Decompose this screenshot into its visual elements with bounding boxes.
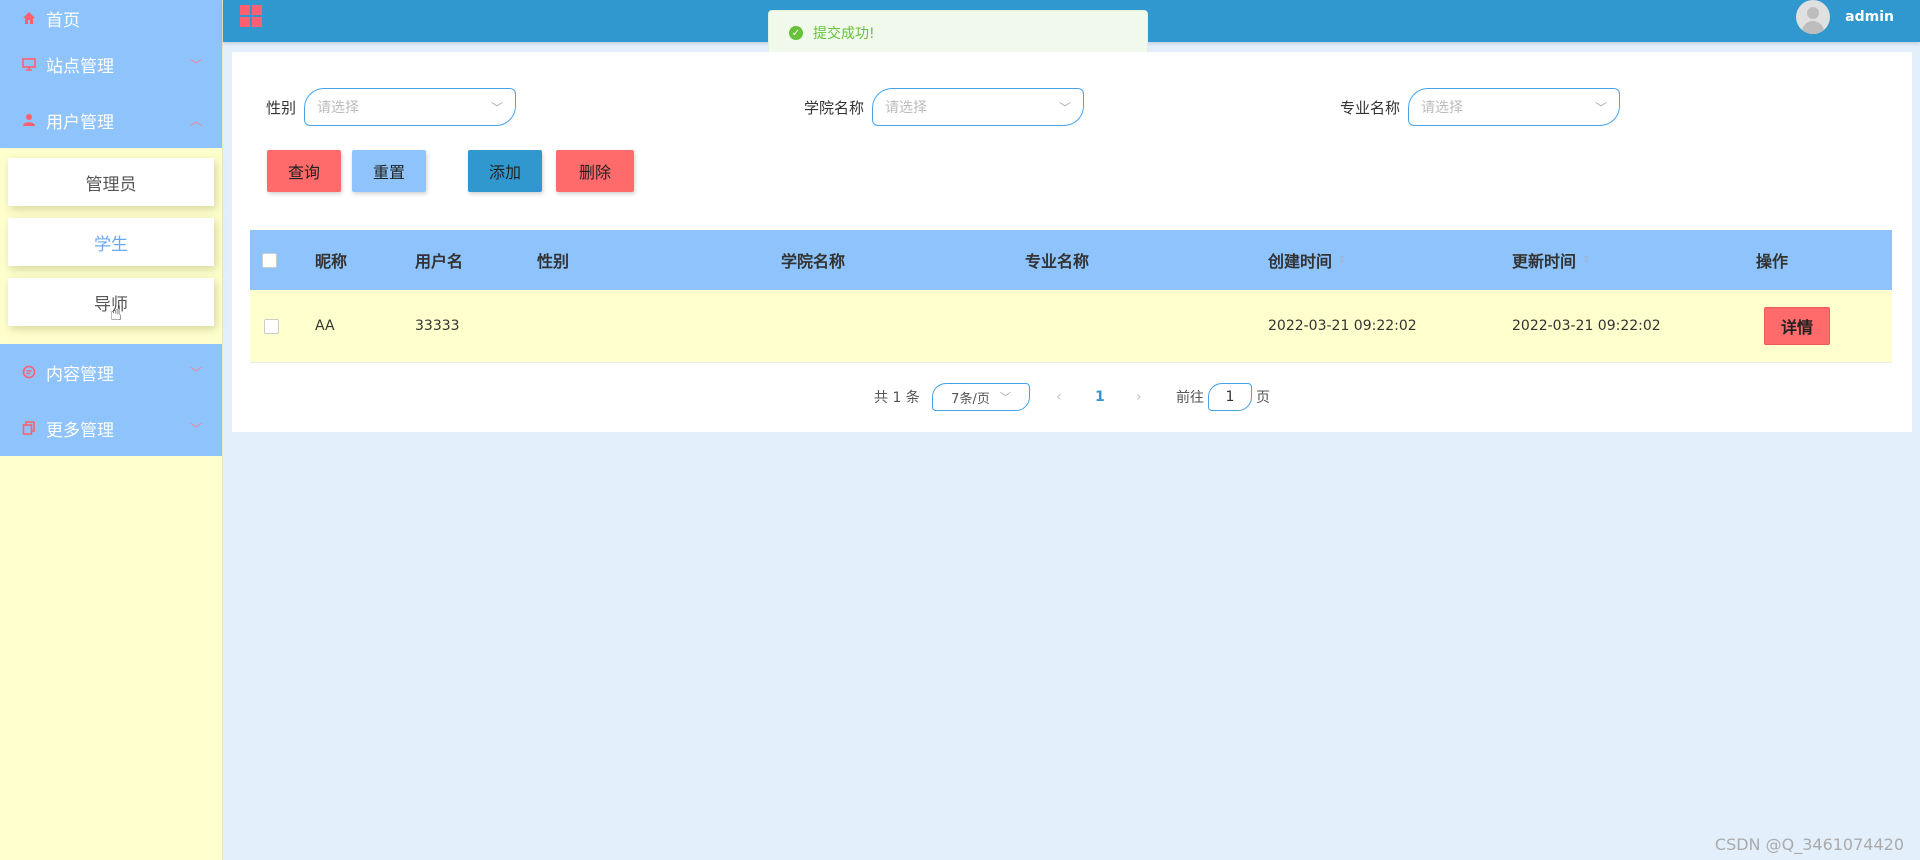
sidebar-item-label: 站点管理	[46, 56, 114, 77]
goto-page-input[interactable]: 1	[1208, 383, 1252, 411]
chevron-down-icon: ﹀	[189, 57, 202, 72]
chevron-down-icon: ﹀	[189, 421, 202, 436]
submenu-item-label: 管理员	[85, 174, 137, 195]
sidebar-item-home[interactable]: 首页	[0, 0, 222, 36]
menu-grid-icon[interactable]	[240, 5, 262, 27]
submenu-item-admin[interactable]: 管理员	[8, 158, 214, 206]
cell-username: 33333	[415, 318, 460, 334]
avatar[interactable]	[1796, 0, 1830, 34]
column-header-sortable[interactable]: 更新时间 ⇕	[1512, 248, 1590, 272]
page-number[interactable]: 1	[1095, 382, 1105, 412]
sort-icon[interactable]: ⇕	[1338, 255, 1346, 266]
user-submenu: 管理员 学生 导师 ☝	[0, 148, 222, 344]
submenu-item-label: 学生	[94, 234, 128, 255]
gender-select[interactable]: 请选择 ﹀	[304, 88, 517, 126]
cell-created-time: 2022-03-21 09:22:02	[1268, 318, 1417, 334]
major-select[interactable]: 请选择 ﹀	[1408, 88, 1621, 126]
admin-username[interactable]: admin	[1845, 9, 1894, 25]
content-icon	[20, 363, 38, 381]
add-button[interactable]: 添加	[468, 150, 542, 192]
check-circle-icon: ✓	[789, 26, 803, 40]
home-icon	[20, 9, 38, 27]
pagination-total: 共 1 条	[874, 390, 920, 406]
select-placeholder: 请选择	[885, 100, 928, 116]
next-page-icon[interactable]: ›	[1136, 382, 1142, 412]
page-size-value: 7条/页	[951, 391, 990, 407]
toast-message: 提交成功!	[813, 26, 875, 42]
sidebar-item-label: 用户管理	[46, 112, 114, 133]
sidebar-item-label: 内容管理	[46, 364, 114, 385]
column-header-label: 更新时间	[1512, 252, 1577, 271]
college-select[interactable]: 请选择 ﹀	[872, 88, 1085, 126]
column-header-sortable[interactable]: 创建时间 ⇕	[1268, 248, 1346, 272]
submenu-item-tutor[interactable]: 导师 ☝	[8, 278, 214, 326]
submenu-item-student[interactable]: 学生	[8, 218, 214, 266]
sort-icon[interactable]: ⇕	[1582, 255, 1590, 266]
major-filter-label: 专业名称	[1340, 98, 1401, 117]
sidebar-item-content[interactable]: 内容管理 ﹀	[0, 344, 222, 400]
sidebar-item-more[interactable]: 更多管理 ﹀	[0, 400, 222, 456]
gender-filter: 性别 请选择 ﹀	[266, 88, 517, 126]
column-header: 学院名称	[781, 252, 846, 271]
column-header: 用户名	[415, 252, 464, 271]
sidebar: 首页 站点管理 ﹀ 用户管理 ︿ 管理员 学生 导师 ☝ 内容管理 ﹀ 更多管理…	[0, 0, 223, 860]
select-all-checkbox[interactable]	[262, 252, 277, 268]
select-placeholder: 请选择	[1421, 100, 1464, 116]
sidebar-item-label: 更多管理	[46, 420, 114, 441]
page-size-select[interactable]: 7条/页 ﹀	[932, 383, 1030, 411]
column-header: 专业名称	[1025, 252, 1090, 271]
major-filter: 专业名称 请选择 ﹀	[1340, 88, 1621, 126]
column-header: 昵称	[315, 252, 348, 271]
chevron-up-icon: ︿	[189, 113, 202, 128]
copy-icon	[20, 419, 38, 437]
reset-button[interactable]: 重置	[352, 150, 426, 192]
college-filter-label: 学院名称	[804, 98, 865, 117]
watermark: CSDN @Q_3461074420	[1714, 835, 1904, 854]
page-suffix: 页	[1256, 390, 1270, 406]
sidebar-item-label: 首页	[46, 10, 80, 31]
chevron-down-icon: ﹀	[999, 391, 1011, 404]
table-header: 昵称 用户名 性别 学院名称 专业名称 创建时间 ⇕ 更新时间 ⇕ 操作	[250, 230, 1892, 290]
column-header-label: 创建时间	[1268, 252, 1333, 271]
query-button[interactable]: 查询	[267, 150, 341, 192]
pagination: 共 1 条 7条/页 ﹀ ‹ 1 › 前往 1 页	[232, 382, 1912, 412]
select-placeholder: 请选择	[317, 100, 360, 116]
prev-page-icon[interactable]: ‹	[1056, 382, 1062, 412]
delete-button[interactable]: 删除	[556, 150, 634, 192]
cell-updated-time: 2022-03-21 09:22:02	[1512, 318, 1661, 334]
row-checkbox[interactable]	[264, 318, 279, 334]
monitor-icon	[20, 55, 38, 73]
sidebar-item-site[interactable]: 站点管理 ﹀	[0, 36, 222, 92]
gender-filter-label: 性别	[266, 98, 297, 117]
detail-button[interactable]: 详情	[1764, 307, 1830, 345]
chevron-down-icon: ﹀	[1595, 100, 1608, 115]
table-row: AA 33333 2022-03-21 09:22:02 2022-03-21 …	[250, 290, 1892, 363]
sidebar-item-users[interactable]: 用户管理 ︿	[0, 92, 222, 148]
chevron-down-icon: ﹀	[1059, 100, 1072, 115]
user-icon	[20, 111, 38, 129]
chevron-down-icon: ﹀	[189, 365, 202, 380]
column-header: 性别	[537, 252, 570, 271]
goto-label: 前往	[1176, 390, 1204, 406]
chevron-down-icon: ﹀	[491, 100, 504, 115]
main-panel: 性别 请选择 ﹀ 学院名称 请选择 ﹀ 专业名称 请选择 ﹀ 查询 重置 添加 …	[232, 52, 1912, 432]
success-toast: ✓ 提交成功!	[768, 10, 1148, 56]
hand-cursor-icon: ☝	[109, 301, 123, 325]
cell-nickname: AA	[315, 318, 335, 334]
college-filter: 学院名称 请选择 ﹀	[804, 88, 1085, 126]
column-header: 操作	[1756, 252, 1789, 271]
